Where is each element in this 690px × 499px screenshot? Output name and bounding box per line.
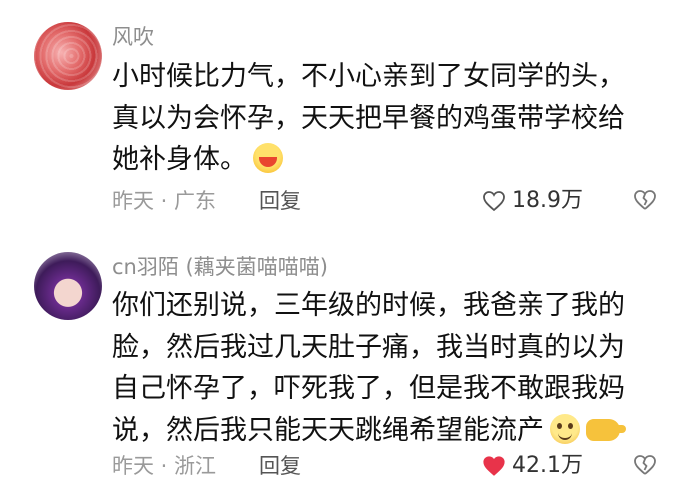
- dislike-button[interactable]: [633, 188, 657, 216]
- like-button[interactable]: 42.1万: [482, 453, 583, 479]
- comment-text-line: 你们还别说，三年级的时候，我爸亲了我的: [112, 290, 625, 321]
- smiling-face-emoji: [550, 413, 580, 444]
- comment-text-line: 小时候比力气，不小心亲到了女同学的头，: [112, 61, 625, 92]
- comment-text-line: 她补身体。: [112, 144, 247, 175]
- comment-text-line-wrap: 她补身体。: [112, 139, 652, 181]
- heart-filled-icon: [482, 455, 506, 477]
- heart-outline-icon: [482, 190, 506, 212]
- reply-button[interactable]: 回复: [259, 453, 301, 479]
- dislike-button[interactable]: [633, 453, 657, 481]
- comment-text: 小时候比力气，不小心亲到了女同学的头， 真以为会怀孕，天天把早餐的鸡蛋带学校给 …: [112, 56, 652, 181]
- avatar[interactable]: [34, 22, 102, 90]
- comment-meta: 昨天 · 广东: [112, 189, 217, 213]
- comment-text-line-wrap: 说，然后我只能天天跳绳希望能流产: [112, 410, 652, 452]
- broken-heart-icon: [633, 455, 657, 481]
- comment-meta: 昨天 · 浙江: [112, 454, 217, 478]
- like-count: 18.9万: [512, 188, 583, 213]
- broken-heart-icon: [633, 190, 657, 216]
- comment-item: 风吹 小时候比力气，不小心亲到了女同学的头， 真以为会怀孕，天天把早餐的鸡蛋带学…: [0, 0, 690, 225]
- crying-laughing-emoji: [253, 143, 283, 173]
- pointing-hand-emoji: [586, 418, 626, 441]
- comment-text-line: 自己怀孕了，吓死我了，但是我不敢跟我妈: [112, 373, 625, 404]
- comment-text-line: 脸，然后我过几天肚子痛，我当时真的以为: [112, 331, 625, 363]
- reply-button[interactable]: 回复: [259, 188, 301, 214]
- like-count: 42.1万: [512, 453, 583, 478]
- comment-username[interactable]: cn羽陌 (藕夹菌喵喵喵): [112, 254, 328, 280]
- comment-text: 你们还别说，三年级的时候，我爸亲了我的 脸，然后我过几天肚子痛，我当时真的以为 …: [112, 285, 652, 451]
- comment-username[interactable]: 风吹: [112, 24, 154, 50]
- comment-text-line: 真以为会怀孕，天天把早餐的鸡蛋带学校给: [112, 102, 625, 134]
- comment-item: cn羽陌 (藕夹菌喵喵喵) 你们还别说，三年级的时候，我爸亲了我的 脸，然后我过…: [0, 238, 690, 499]
- like-button[interactable]: 18.9万: [482, 188, 583, 214]
- comment-text-line: 说，然后我只能天天跳绳希望能流产: [112, 414, 544, 446]
- avatar[interactable]: [34, 252, 102, 320]
